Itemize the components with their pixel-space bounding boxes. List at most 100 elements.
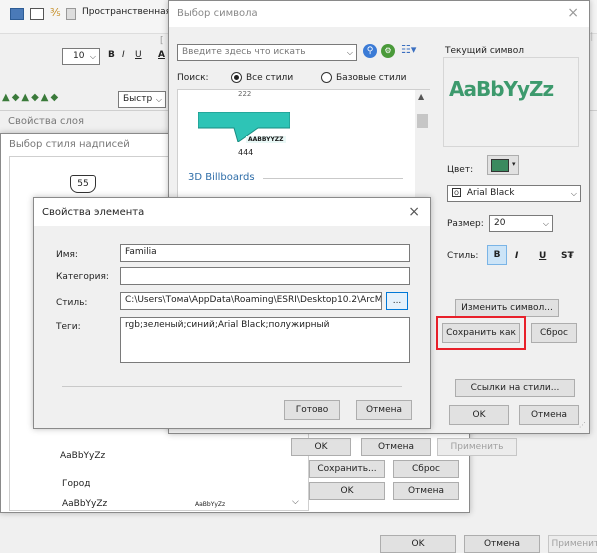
style-references-button[interactable]: Ссылки на стили...: [455, 379, 575, 397]
font-color-button[interactable]: A: [158, 50, 165, 60]
symbol-selector-titlebar: Выбор символа ×: [169, 1, 589, 27]
symbol-cancel-button[interactable]: Отмена: [519, 405, 579, 425]
list-item-sample: AaBbYyZz: [195, 501, 226, 508]
italic-toggle[interactable]: I: [515, 251, 518, 261]
current-symbol-label: Текущий символ: [445, 46, 524, 56]
python-icon[interactable]: ⅗: [50, 6, 61, 19]
gallery-item-caption: 222: [238, 90, 252, 98]
chevron-down-icon: ⌵: [542, 218, 549, 228]
color-label: Цвет:: [447, 165, 474, 175]
bold-button[interactable]: B: [108, 50, 115, 60]
close-icon[interactable]: ×: [567, 5, 579, 21]
route-shield-number: 55: [77, 179, 89, 189]
view-options-icon[interactable]: ☷▾: [401, 43, 416, 56]
reset-button[interactable]: Сброс: [531, 323, 577, 343]
strikethrough-toggle[interactable]: S₮: [561, 251, 574, 261]
search-options-icon[interactable]: ⚙: [381, 44, 395, 58]
chevron-down-icon: ⌵: [570, 188, 577, 198]
bottom-button-bar: OK Отмена Применить: [0, 520, 597, 553]
selector-apply-button[interactable]: Применить: [437, 438, 517, 456]
chevron-down-icon: ⌵: [155, 94, 162, 104]
selector-cancel-button[interactable]: Отмена: [361, 438, 431, 456]
bracket-mark: [: [160, 36, 164, 46]
chevron-down-icon[interactable]: ⌵: [292, 497, 299, 507]
underline-toggle[interactable]: U: [539, 251, 546, 261]
edit-symbol-button[interactable]: Изменить символ...: [455, 299, 559, 317]
toolbar-row-3: ▲◆▲◆▲◆ Быстр ⌵: [0, 88, 175, 110]
size-label: Размер:: [447, 219, 484, 229]
tags-label: Теги:: [56, 322, 81, 332]
style-path-value: C:\Users\Тома\AppData\Roaming\ESRI\Deskt…: [125, 295, 382, 305]
draw-tools-icons[interactable]: ▲◆▲◆▲◆: [2, 92, 60, 103]
symbol-ok-button[interactable]: OK: [449, 405, 509, 425]
category-field[interactable]: [120, 267, 410, 285]
category-divider: [263, 178, 403, 179]
tags-field[interactable]: rgb;зеленый;синий;Arial Black;полужирный: [120, 317, 410, 363]
name-field[interactable]: Familia: [120, 244, 410, 262]
ok-button[interactable]: OK: [380, 535, 456, 553]
bold-toggle[interactable]: B: [487, 245, 507, 265]
selector-cancel2-button[interactable]: Отмена: [393, 482, 459, 500]
tag-symbol-text: AABBYYZZ: [246, 136, 286, 143]
label-style-selector-title: Выбор стиля надписей: [9, 139, 130, 150]
underline-button[interactable]: U: [135, 50, 142, 60]
font-icon: O: [452, 188, 461, 197]
font-size-value: 10: [73, 51, 85, 61]
search-label: Поиск:: [177, 73, 209, 83]
list-item-label[interactable]: Город: [62, 479, 90, 489]
element-cancel-button[interactable]: Отмена: [356, 400, 412, 420]
apply-button[interactable]: Применить: [548, 535, 597, 553]
element-properties-titlebar: Свойства элемента ×: [34, 198, 430, 226]
tags-value: rgb;зеленый;синий;Arial Black;полужирный: [125, 320, 330, 330]
cancel-button[interactable]: Отмена: [464, 535, 540, 553]
quick-style-combo[interactable]: Быстр ⌵: [118, 91, 166, 108]
radio-dot: [234, 75, 239, 80]
style-path-field[interactable]: C:\Users\Тома\AppData\Roaming\ESRI\Deskt…: [120, 292, 382, 310]
scroll-up-icon[interactable]: ▲: [418, 92, 424, 101]
scroll-thumb[interactable]: [417, 114, 428, 128]
browse-button[interactable]: ...: [386, 292, 408, 310]
close-icon[interactable]: ×: [408, 204, 420, 220]
radio-base-styles[interactable]: [321, 72, 332, 83]
color-picker-button[interactable]: ▾: [487, 155, 519, 175]
element-properties-title: Свойства элемента: [42, 207, 145, 218]
element-properties-dialog: Свойства элемента × Имя: Familia Категор…: [33, 197, 431, 429]
font-combo[interactable]: O Arial Black ⌵: [447, 185, 581, 202]
symbol-selector-title: Выбор символа: [177, 8, 258, 19]
list-item-label[interactable]: AaBbYyZz: [60, 451, 105, 461]
resize-grip-icon[interactable]: ⋰: [579, 421, 586, 429]
italic-button[interactable]: I: [122, 50, 125, 60]
catalog-icon[interactable]: [10, 8, 24, 20]
window-icon[interactable]: [30, 8, 44, 20]
selector-reset-button[interactable]: Сброс: [393, 460, 459, 478]
gallery-category: 3D Billboards: [188, 172, 255, 183]
radio-base-label[interactable]: Базовые стили: [336, 73, 406, 83]
color-swatch: [491, 159, 509, 172]
selector-ok2-button[interactable]: OK: [309, 482, 385, 500]
selector-save-button[interactable]: Сохранить...: [309, 460, 385, 478]
route-shield-icon[interactable]: 55: [70, 175, 96, 193]
search-icon[interactable]: ⚲: [363, 44, 377, 58]
selector-ok-button[interactable]: OK: [291, 438, 351, 456]
list-item-label[interactable]: AaBbYyZz: [62, 499, 107, 509]
symbol-preview-tag[interactable]: AABBYYZZ: [197, 111, 291, 143]
style-path-label: Стиль:: [56, 298, 88, 308]
font-name-value: Arial Black: [466, 188, 515, 198]
size-combo[interactable]: 20 ⌵: [489, 215, 553, 232]
radio-all-label[interactable]: Все стили: [246, 73, 293, 83]
search-placeholder: Введите здесь что искать: [182, 47, 306, 57]
layer-properties-title: Свойства слоя: [8, 116, 85, 127]
radio-all-styles[interactable]: [231, 72, 242, 83]
font-size-combo[interactable]: 10 ⌵: [62, 48, 100, 65]
done-button[interactable]: Готово: [284, 400, 340, 420]
style-label: Стиль:: [447, 251, 479, 261]
search-input[interactable]: Введите здесь что искать ⌵: [177, 44, 357, 61]
current-symbol-group: [443, 57, 579, 147]
save-as-button[interactable]: Сохранить как: [442, 323, 520, 343]
quick-style-value: Быстр: [123, 94, 153, 104]
size-value: 20: [494, 218, 506, 228]
separator: [62, 386, 402, 387]
chevron-down-icon: ⌵: [346, 47, 353, 57]
dropdown-icon[interactable]: [66, 8, 76, 20]
toolbar-row-2: [ 10 ⌵ B I U A: [0, 34, 175, 74]
